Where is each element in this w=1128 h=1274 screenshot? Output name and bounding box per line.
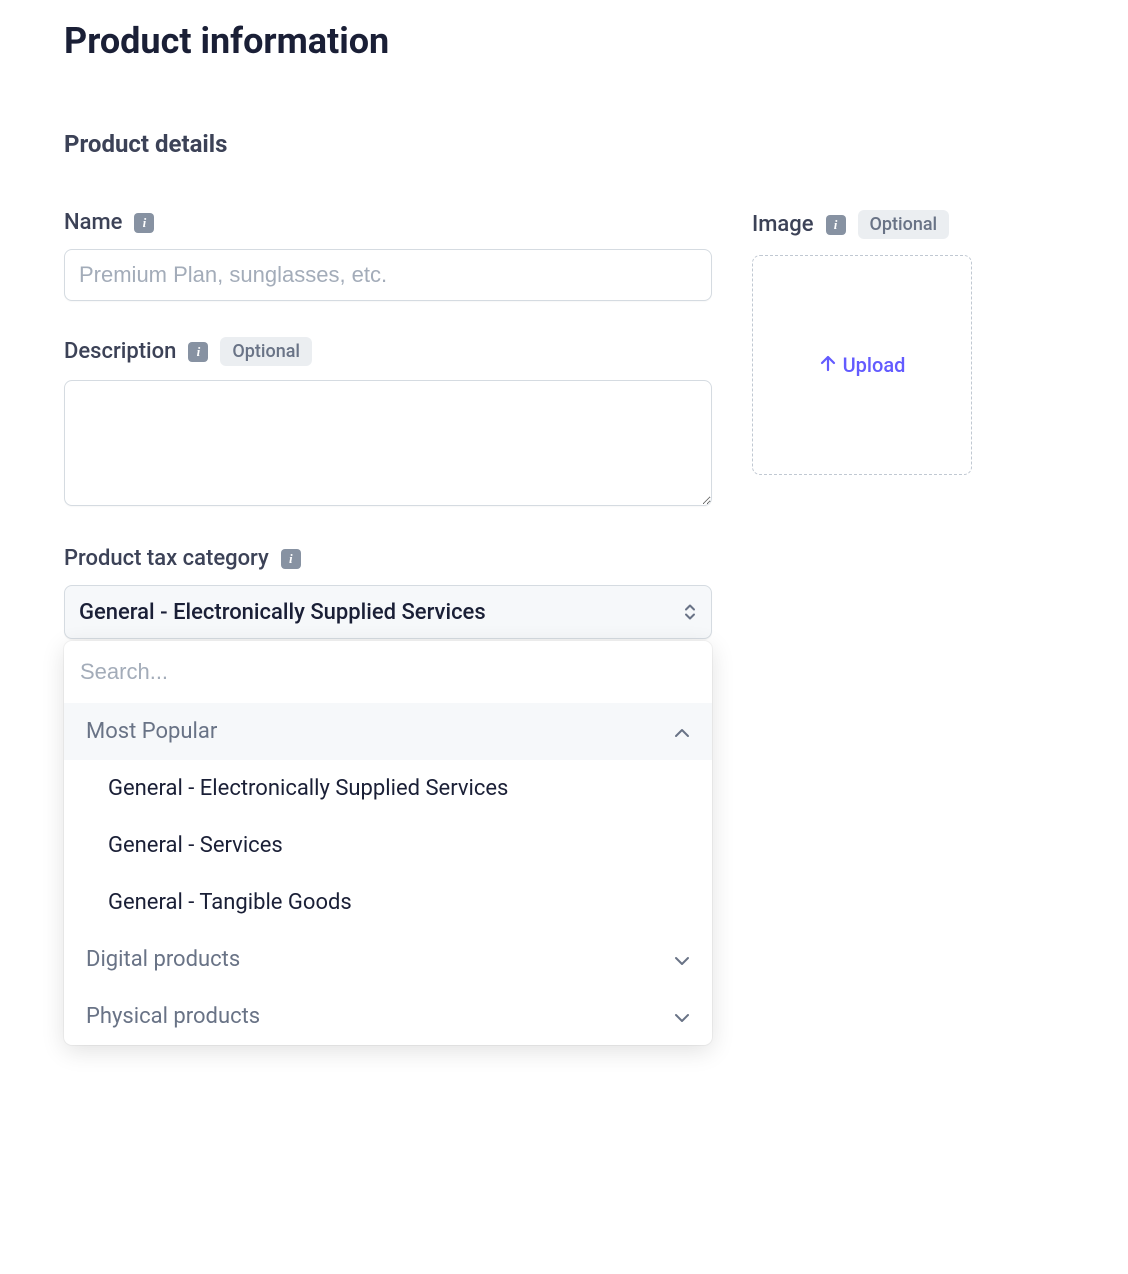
description-field-group: Description i Optional [64, 337, 712, 510]
dropdown-option[interactable]: General - Tangible Goods [64, 874, 712, 931]
name-label: Name [64, 210, 122, 235]
description-label: Description [64, 339, 176, 364]
tax-category-dropdown: Most Popular General - Electronically Su… [64, 641, 712, 1045]
page-title: Product information [64, 20, 1064, 62]
upload-arrow-icon [819, 353, 837, 377]
dropdown-group-label: Digital products [86, 947, 240, 972]
select-chevrons-icon [684, 604, 696, 621]
info-icon[interactable]: i [826, 215, 846, 235]
name-field-group: Name i [64, 210, 712, 301]
dropdown-search-input[interactable] [80, 659, 696, 685]
dropdown-group-digital-products[interactable]: Digital products [64, 931, 712, 988]
optional-badge: Optional [220, 337, 312, 366]
tax-category-select[interactable]: General - Electronically Supplied Servic… [64, 585, 712, 639]
dropdown-search-wrapper [64, 641, 712, 703]
tax-category-label: Product tax category [64, 546, 269, 571]
description-input[interactable] [64, 380, 712, 506]
section-title: Product details [64, 130, 1064, 158]
info-icon[interactable]: i [188, 342, 208, 362]
chevron-down-icon [674, 947, 690, 972]
dropdown-group-most-popular[interactable]: Most Popular [64, 703, 712, 760]
chevron-up-icon [674, 719, 690, 744]
image-upload-box[interactable]: Upload [752, 255, 972, 475]
optional-badge: Optional [858, 210, 950, 239]
image-label: Image [752, 212, 814, 237]
dropdown-group-physical-products[interactable]: Physical products [64, 988, 712, 1045]
info-icon[interactable]: i [281, 549, 301, 569]
dropdown-option[interactable]: General - Electronically Supplied Servic… [64, 760, 712, 817]
tax-category-field-group: Product tax category i General - Electro… [64, 546, 712, 639]
name-input[interactable] [64, 249, 712, 301]
info-icon[interactable]: i [134, 213, 154, 233]
chevron-down-icon [674, 1004, 690, 1029]
dropdown-group-label: Most Popular [86, 719, 217, 744]
dropdown-group-label: Physical products [86, 1004, 260, 1029]
tax-category-selected-value: General - Electronically Supplied Servic… [79, 600, 486, 625]
upload-label: Upload [843, 353, 906, 377]
dropdown-option[interactable]: General - Services [64, 817, 712, 874]
